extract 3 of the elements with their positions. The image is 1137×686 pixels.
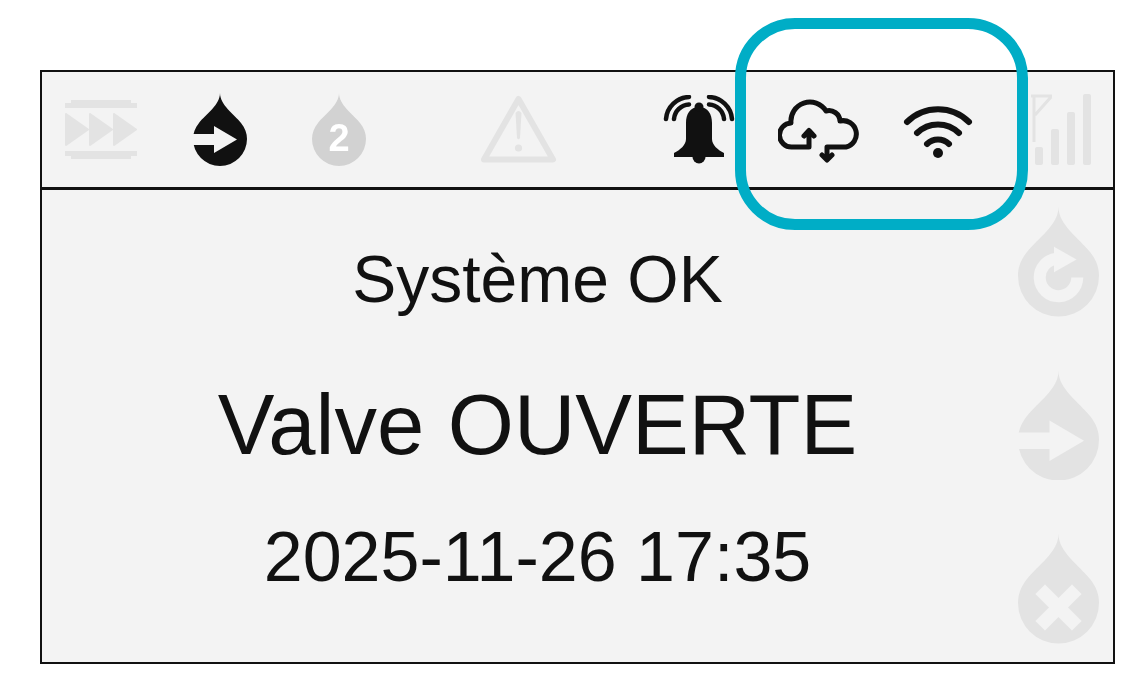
valve-status-text: Valve OUVERTE xyxy=(217,375,858,474)
system-status-text: Système OK xyxy=(352,242,723,318)
date-time-text: 2025-11-26 17:35 xyxy=(263,516,812,598)
